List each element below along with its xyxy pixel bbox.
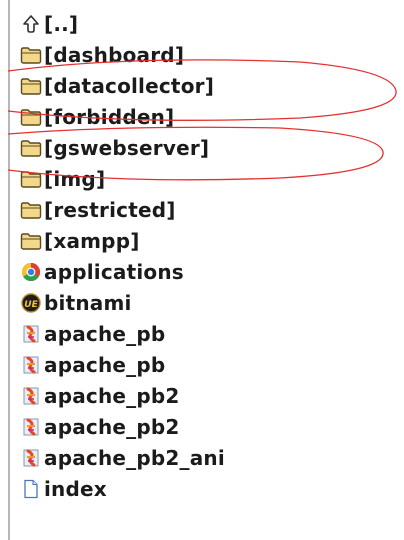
folder-item-img[interactable]: [img] [20,163,225,194]
folder-icon [20,44,42,66]
folder-icon [20,75,42,97]
file-item-index[interactable]: index [20,473,225,504]
folder-icon [20,168,42,190]
file-item-apache-pb2[interactable]: apache_pb2 [20,380,225,411]
item-label: apache_pb [44,321,166,346]
apache-icon [20,447,42,469]
item-label: [restricted] [44,197,176,222]
chrome-icon [20,261,42,283]
item-label: [dashboard] [44,42,185,67]
folder-icon [20,106,42,128]
left-border [8,0,10,540]
folder-icon [20,199,42,221]
up-arrow-icon [20,13,42,35]
folder-item-xampp[interactable]: [xampp] [20,225,225,256]
folder-icon [20,137,42,159]
item-label: apache_pb [44,352,166,377]
folder-icon [20,230,42,252]
item-label: bitnami [44,290,132,315]
file-item-bitnami[interactable]: UE bitnami [20,287,225,318]
apache-icon [20,416,42,438]
folder-item-dashboard[interactable]: [dashboard] [20,39,225,70]
svg-text:UE: UE [24,299,38,309]
item-label: [xampp] [44,228,140,253]
folder-item-restricted[interactable]: [restricted] [20,194,225,225]
parent-directory-item[interactable]: [..] [20,8,225,39]
file-list: [..] [dashboard] [datacollector] [forbid… [20,8,225,504]
item-label: apache_pb2 [44,414,180,439]
item-label: [datacollector] [44,73,215,98]
document-icon [20,478,42,500]
apache-icon [20,323,42,345]
item-label: [forbidden] [44,104,175,129]
folder-item-datacollector[interactable]: [datacollector] [20,70,225,101]
item-label: [img] [44,166,106,191]
file-item-applications[interactable]: applications [20,256,225,287]
file-item-apache-pb[interactable]: apache_pb [20,349,225,380]
folder-item-gswebserver[interactable]: [gswebserver] [20,132,225,163]
folder-item-forbidden[interactable]: [forbidden] [20,101,225,132]
item-label: [..] [44,11,79,36]
item-label: apache_pb2_ani [44,445,225,470]
item-label: apache_pb2 [44,383,180,408]
item-label: applications [44,259,184,284]
bitnami-icon: UE [20,292,42,314]
item-label: [gswebserver] [44,135,210,160]
apache-icon [20,354,42,376]
apache-icon [20,385,42,407]
file-item-apache-pb2-ani[interactable]: apache_pb2_ani [20,442,225,473]
file-item-apache-pb2[interactable]: apache_pb2 [20,411,225,442]
file-item-apache-pb[interactable]: apache_pb [20,318,225,349]
item-label: index [44,476,107,501]
